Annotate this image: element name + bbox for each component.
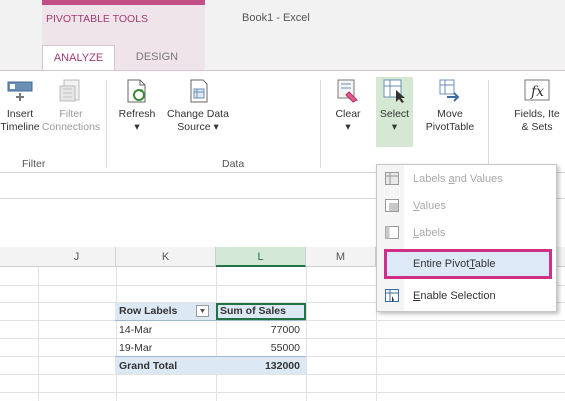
refresh-line2: ▾ (134, 121, 140, 133)
mi-text: abels (419, 227, 446, 239)
change-data-source-button[interactable]: Change Data Source ▾ (164, 78, 232, 134)
group-label-filter: Filter (22, 158, 46, 170)
change-data-source-line2: Source ▾ (177, 121, 219, 133)
clear-line2: ▾ (345, 121, 351, 133)
change-data-source-icon (190, 79, 208, 103)
mi-text: alues (419, 200, 446, 212)
workbook-title: Book1 - Excel (242, 12, 310, 24)
pivot-row-labels-header[interactable]: Row Labels (119, 302, 177, 320)
col-line (116, 267, 117, 401)
mi-text: Entire Pivot (413, 258, 470, 270)
menu-item-labels-and-values[interactable]: Labels and Values (377, 166, 556, 192)
ribbon-separator (320, 80, 321, 168)
svg-text:fx: fx (530, 84, 544, 100)
insert-timeline-button[interactable]: Insert Timeline (0, 78, 40, 134)
pivot-row-value[interactable]: 77000 (216, 321, 300, 339)
enable-selection-icon (385, 289, 399, 302)
select-line2: ▾ (391, 121, 398, 133)
ribbon-separator (106, 80, 107, 168)
labels-and-values-icon (385, 172, 399, 185)
labels-icon (385, 226, 399, 239)
move-pivottable-button[interactable]: Move PivotTable (420, 78, 480, 134)
select-line1: Select (379, 108, 410, 120)
pivot-row-value[interactable]: 55000 (216, 339, 300, 357)
insert-timeline-line1: Insert (6, 108, 34, 120)
pivot-grand-total-value[interactable]: 132000 (216, 357, 300, 375)
mi-text: able (474, 258, 496, 270)
column-header-l[interactable]: L (216, 247, 306, 267)
clear-line1: Clear (335, 108, 361, 120)
menu-item-entire-pivottable[interactable]: Entire PivotTable (377, 251, 556, 277)
refresh-line1: Refresh (118, 108, 156, 120)
fields-items-sets-line1: Fields, Ite (514, 108, 560, 120)
pivot-grand-total-label[interactable]: Grand Total (119, 357, 177, 375)
timeline-icon (7, 81, 33, 101)
group-label-data: Data (222, 158, 245, 170)
fx-icon: fx (524, 79, 550, 101)
tab-design[interactable]: DESIGN (118, 45, 196, 70)
values-icon (385, 199, 399, 212)
fields-items-sets-line2: & Sets (521, 121, 553, 133)
column-header-k[interactable]: K (116, 247, 216, 267)
move-pivottable-line2: PivotTable (425, 121, 475, 133)
ribbon-separator (488, 80, 489, 168)
filter-connections-line2: Connections (41, 121, 101, 133)
select-button[interactable]: Select ▾ (376, 78, 413, 134)
pivot-row-label[interactable]: 19-Mar (119, 339, 152, 357)
select-icon (383, 79, 405, 103)
refresh-button[interactable]: Refresh ▾ (111, 78, 163, 134)
column-header-m[interactable]: M (306, 247, 376, 267)
clear-icon (337, 79, 358, 103)
mi-text: nd Values (454, 173, 503, 185)
column-header-j[interactable]: J (38, 247, 116, 267)
filter-connections-line1: Filter (59, 108, 83, 120)
clear-button[interactable]: Clear ▾ (326, 78, 370, 134)
tab-analyze[interactable]: ANALYZE (42, 45, 115, 70)
pivot-row-label[interactable]: 14-Mar (119, 321, 152, 339)
col-line (38, 267, 39, 401)
contextual-accent-bar (42, 0, 205, 5)
move-pivottable-icon (439, 79, 460, 102)
row-line (0, 392, 565, 393)
col-line (306, 267, 307, 401)
selected-cell-outline (216, 303, 306, 320)
filter-connections-button[interactable]: Filter Connections (40, 78, 102, 134)
menu-item-enable-selection[interactable]: Enable Selection (377, 283, 556, 309)
contextual-tab-group-label: PIVOTTABLE TOOLS (45, 13, 149, 25)
refresh-icon (127, 79, 146, 103)
menu-item-labels[interactable]: Labels (377, 220, 556, 246)
row-labels-filter-button[interactable] (196, 305, 209, 317)
fields-items-sets-button[interactable]: fx Fields, Ite & Sets (505, 78, 565, 134)
menu-item-values[interactable]: Values (377, 193, 556, 219)
move-pivottable-line1: Move (437, 108, 463, 120)
filter-connections-icon (59, 79, 80, 102)
mi-text: nable Selection (420, 290, 496, 302)
change-data-source-line1: Change Data (167, 108, 229, 120)
mi-text: Labels (413, 173, 449, 185)
filter-dropdown-icon (200, 309, 205, 313)
insert-timeline-line2: Timeline (0, 121, 40, 133)
